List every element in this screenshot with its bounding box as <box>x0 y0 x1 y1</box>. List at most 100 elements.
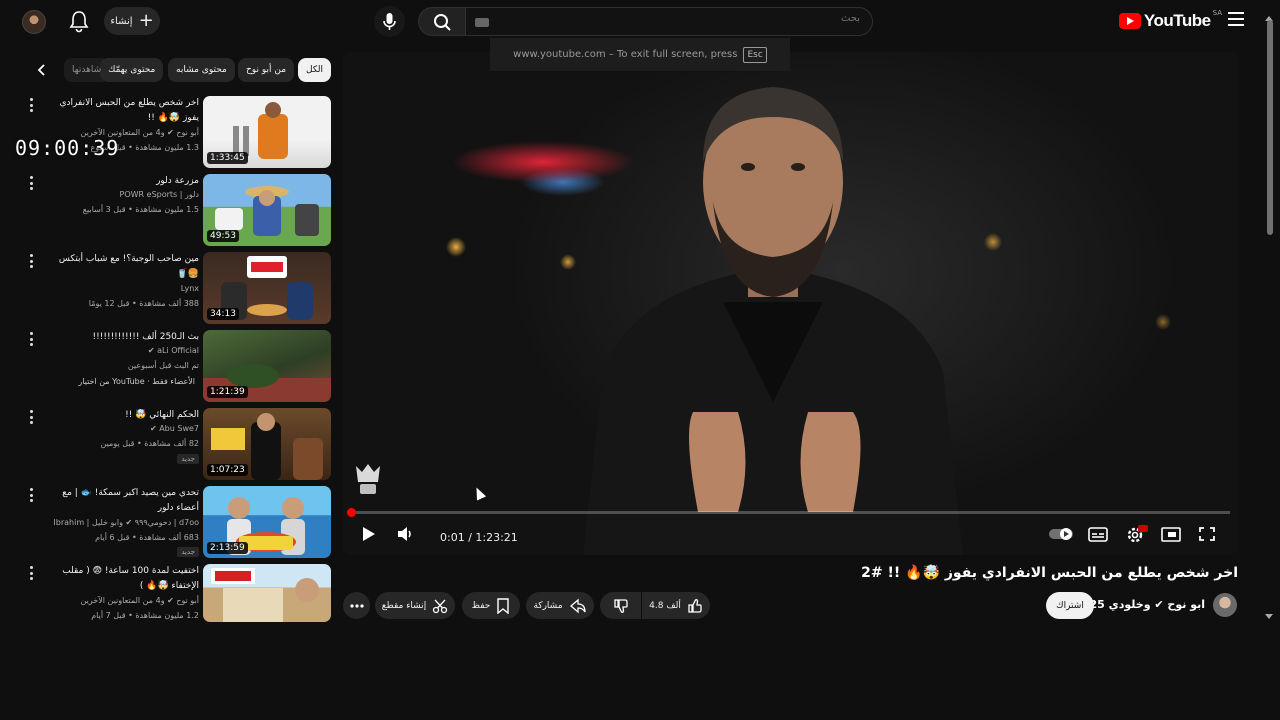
video-thumbnail[interactable]: 1:21:39 <box>203 330 331 402</box>
new-badge: جديد <box>177 547 199 557</box>
video-thumbnail[interactable]: 2:13:59 <box>203 486 331 558</box>
chip-watched[interactable]: شاهدتها <box>64 58 110 82</box>
new-badge: جديد <box>177 454 199 464</box>
video-title[interactable]: اختفيت لمدة 100 ساعة! 😨 ( مقلب الإختفاء … <box>49 564 199 594</box>
more-actions-button[interactable] <box>343 592 370 619</box>
save-button[interactable]: حفظ <box>462 592 520 619</box>
search-box[interactable] <box>465 7 873 36</box>
video-title-main: اخر شخص يطلع من الحبس الانفرادي يفوز 🤯🔥 … <box>861 565 1238 581</box>
video-title[interactable]: مين صاحب الوجبة؟! مع شباب أبتكس 🍔🥤 <box>49 252 199 282</box>
more-icon[interactable] <box>28 176 34 190</box>
recommendations-list: 1:33:45 اخر شخص يطلع من الحبس الانفرادي … <box>0 94 335 640</box>
progress-bar[interactable] <box>347 508 1230 517</box>
channel-name[interactable]: أبو نوح ✔ و4 من المتعاونين الآخرين <box>29 596 199 605</box>
share-button[interactable]: مشاركة <box>526 592 594 619</box>
channel-name[interactable]: دلور | POWR eSports <box>29 190 199 199</box>
video-thumbnail[interactable] <box>203 564 331 622</box>
duration-badge: 49:53 <box>207 230 239 242</box>
more-icon[interactable] <box>28 98 34 112</box>
more-icon <box>349 603 364 608</box>
video-title[interactable]: اخر شخص يطلع من الحبس الانفرادي يفوز 🤯🔥 … <box>49 96 200 126</box>
bell-icon <box>69 11 89 33</box>
video-meta: 1.2 مليون مشاهدة • قبل 7 أيام <box>91 611 199 620</box>
more-icon[interactable] <box>28 332 34 346</box>
save-label: حفظ <box>471 600 491 611</box>
video-thumbnail[interactable]: 1:33:45 <box>203 96 331 168</box>
channel-name-main[interactable]: ابو نوح ✔ وخلودي 25 <box>1090 598 1205 611</box>
search-input[interactable] <box>490 13 860 24</box>
list-item[interactable]: 1:21:39 بث الـ250 ألف !!!!!!!!!!!!! aLi … <box>0 328 335 406</box>
scrollbar[interactable] <box>1267 20 1273 235</box>
chip-all[interactable]: الكل <box>298 58 332 82</box>
channel-name[interactable]: Lynx <box>29 284 199 293</box>
duration-badge: 1:33:45 <box>207 152 248 164</box>
volume-button[interactable] <box>394 522 416 546</box>
dislike-button[interactable] <box>600 592 641 619</box>
video-title[interactable]: بث الـ250 ألف !!!!!!!!!!!!! <box>49 330 199 345</box>
notifications-button[interactable] <box>68 9 90 33</box>
duration-badge: 34:13 <box>207 308 239 320</box>
youtube-logo[interactable]: YouTube SA <box>1118 9 1222 31</box>
channel-watermark-icon[interactable] <box>353 462 383 496</box>
channel-name[interactable]: d7oo | دحومي٩٩٩ ✔ وابو خليل | Ibrahim <box>29 518 199 527</box>
channel-avatar[interactable] <box>1213 593 1237 617</box>
fullscreen-button[interactable] <box>1196 522 1218 546</box>
mic-icon <box>383 13 396 30</box>
more-icon[interactable] <box>28 488 34 502</box>
chip-from-channel[interactable]: من أبو نوح <box>238 58 295 82</box>
clip-button[interactable]: إنشاء مقطع <box>375 592 455 619</box>
play-button[interactable] <box>357 522 379 546</box>
subtitles-button[interactable] <box>1087 522 1109 546</box>
scroll-down-arrow[interactable] <box>1265 614 1273 619</box>
subscribe-button[interactable]: اشتراك <box>1046 592 1094 619</box>
duration-badge: 1:21:39 <box>207 386 248 398</box>
share-icon <box>569 598 586 613</box>
settings-button[interactable] <box>1124 522 1148 546</box>
like-button[interactable]: 4.8 ألف <box>642 592 710 619</box>
more-icon[interactable] <box>28 410 34 424</box>
account-avatar[interactable] <box>22 10 46 34</box>
video-title[interactable]: الحكم النهائي 🤯 !! <box>49 408 199 423</box>
miniplayer-button[interactable] <box>1160 522 1182 546</box>
channel-name[interactable]: Abu Swe7 ✔ <box>29 424 199 433</box>
list-item[interactable]: اختفيت لمدة 100 ساعة! 😨 ( مقلب الإختفاء … <box>0 562 335 640</box>
autoplay-toggle[interactable] <box>1048 522 1074 546</box>
chip-related[interactable]: محتوى مشابه <box>168 58 235 82</box>
share-label: مشاركة <box>533 600 563 611</box>
esc-key: Esc <box>743 46 767 63</box>
more-icon[interactable] <box>28 566 34 580</box>
list-item[interactable]: 2:13:59 تحدي مين يصيد اكبر سمكة! 🐟 | مع … <box>0 484 335 562</box>
list-item[interactable]: 1:33:45 اخر شخص يطلع من الحبس الانفرادي … <box>0 94 335 172</box>
voice-search-button[interactable] <box>374 6 405 37</box>
channel-name[interactable]: aLi Official ✔ <box>29 346 199 355</box>
time-display: 0:01 / 1:23:21 <box>440 530 518 544</box>
video-player[interactable]: 0:01 / 1:23:21 <box>343 52 1238 555</box>
list-item[interactable]: 49:53 مزرعة دلور دلور | POWR eSports 1.5… <box>0 172 335 250</box>
more-icon[interactable] <box>28 254 34 268</box>
list-item[interactable]: 34:13 مين صاحب الوجبة؟! مع شباب أبتكس 🍔🥤… <box>0 250 335 328</box>
video-title[interactable]: مزرعة دلور <box>49 174 199 189</box>
video-title[interactable]: تحدي مين يصيد اكبر سمكة! 🐟 | مع أعضاء دل… <box>49 486 199 516</box>
video-thumbnail[interactable]: 49:53 <box>203 174 331 246</box>
settings-icon <box>1127 525 1148 543</box>
plus-icon: + <box>138 10 154 31</box>
create-button[interactable]: إنشاء + <box>104 7 160 35</box>
search-button[interactable] <box>418 7 466 36</box>
search-icon <box>434 14 451 31</box>
video-thumbnail[interactable]: 1:07:23 <box>203 408 331 480</box>
keyboard-icon[interactable] <box>475 18 489 27</box>
video-meta: 388 ألف مشاهدة • قبل 12 يومًا <box>88 299 199 308</box>
chip-for-you[interactable]: محتوى يهمّك <box>100 58 164 82</box>
fullscreen-hint-text: www.youtube.com – To exit full screen, p… <box>513 49 738 60</box>
play-icon <box>363 527 375 541</box>
list-item[interactable]: 1:07:23 الحكم النهائي 🤯 !! Abu Swe7 ✔ 82… <box>0 406 335 484</box>
video-meta: 82 ألف مشاهدة • قبل يومين <box>100 439 199 448</box>
clip-label: إنشاء مقطع <box>381 600 427 611</box>
video-thumbnail[interactable]: 34:13 <box>203 252 331 324</box>
video-meta: 1.5 مليون مشاهدة • قبل 3 أسابيع <box>82 205 199 214</box>
volume-icon <box>398 527 411 541</box>
logo-text: YouTube <box>1143 11 1211 30</box>
video-meta: تم البث قبل أسبوعين <box>127 361 199 370</box>
hamburger-icon[interactable] <box>1228 12 1244 26</box>
filter-chips: الكل من أبو نوح محتوى مشابه محتوى يهمّك … <box>30 56 332 84</box>
